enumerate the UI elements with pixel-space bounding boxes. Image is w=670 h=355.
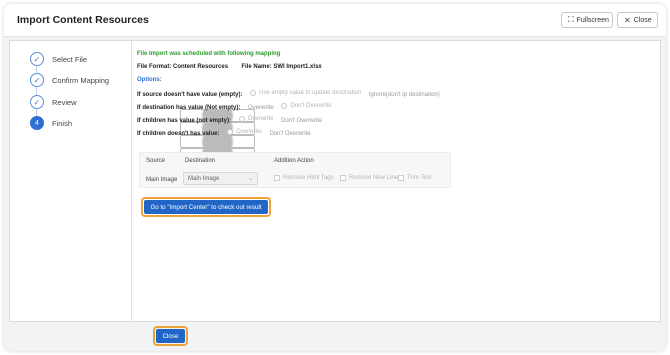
file-name-label: File Name: (241, 64, 272, 70)
checkbox-icon (274, 175, 280, 181)
file-info: File Format: Content Resources File Name… (137, 64, 322, 70)
check-icon: ✓ (30, 52, 44, 66)
option-radio[interactable]: Overwrite (238, 116, 274, 122)
step-finish: 4 Finish (30, 116, 72, 130)
destination-select[interactable]: Main Image ⌄ (183, 172, 258, 185)
option-row: If children has value (not empty): Overw… (137, 116, 323, 148)
options-label: Options: (137, 77, 162, 83)
option-radio[interactable]: Use empty value to update destination (250, 90, 361, 96)
check-icon: ✓ (30, 95, 44, 109)
checkbox-icon (398, 175, 404, 181)
close-label: Close (633, 16, 652, 24)
close-dialog-button[interactable]: ✕ Close (617, 12, 658, 28)
file-format-label: File Format: (137, 64, 172, 70)
option-radio[interactable]: Don't Overwrite (281, 103, 332, 109)
trim-text-checkbox[interactable]: Trim Text (398, 175, 431, 181)
close-icon: ✕ (624, 15, 631, 25)
dialog-footer: Close (4, 324, 666, 351)
destination-select-value: Main Image (188, 176, 220, 182)
radio-label: Use empty value to update destination (259, 90, 362, 96)
radio-icon (250, 90, 257, 96)
radio-label: Don't Overwrite (269, 131, 311, 137)
radio-label: Overwrite (236, 129, 262, 135)
check-icon: ✓ (30, 73, 44, 87)
footer-close-button[interactable]: Close (156, 329, 185, 343)
checkbox-label: Trim Text (407, 175, 432, 181)
option-label: If source doesn't have value (empty): (137, 92, 243, 98)
dialog-body: ✓ Select File ✓ Confirm Mapping ✓ Review… (9, 40, 661, 322)
dialog-header: Import Content Resources ⛶ Fullscreen ✕ … (4, 4, 666, 37)
go-button-highlight: Go to "Import Center" to check out resul… (141, 197, 271, 217)
dialog-title: Import Content Resources (17, 14, 149, 26)
option-row: If source doesn't have value (empty): Us… (137, 90, 440, 122)
fullscreen-label: Fullscreen (576, 16, 609, 24)
step-label: Confirm Mapping (52, 75, 110, 85)
option-row: If children doesn't has value: Overwrite… (137, 129, 311, 161)
chevron-down-icon: ⌄ (247, 176, 253, 182)
step-label: Select File (52, 54, 88, 64)
step-select-file: ✓ Select File (30, 52, 87, 66)
option-label: If children doesn't has value: (137, 131, 220, 137)
stepper: ✓ Select File ✓ Confirm Mapping ✓ Review… (10, 41, 132, 321)
radio-icon (238, 116, 245, 122)
checkbox-label: Remove Html Tags (283, 175, 334, 181)
file-name-value: SWI Import1.xlsx (273, 64, 322, 70)
column-header-destination: Destination (185, 158, 216, 164)
fullscreen-button[interactable]: ⛶ Fullscreen (561, 12, 613, 28)
option-radio[interactable]: Overwrite (180, 105, 274, 135)
radio-label: Don't Overwrite (281, 118, 323, 124)
radio-label: Ignore(don't ip destination) (368, 92, 440, 98)
remove-new-line-checkbox[interactable]: Remove New Line (340, 175, 398, 181)
option-label: If children has value (not empty): (137, 118, 232, 124)
file-format-value: Content Resources (173, 64, 229, 70)
checkbox-icon (340, 175, 346, 181)
remove-html-tags-checkbox[interactable]: Remove Html Tags (274, 175, 334, 181)
checkbox-label: Remove New Line (349, 175, 399, 181)
radio-label: Don't Overwrite (290, 103, 332, 109)
option-radio[interactable]: Ignore(don't ip destination) (180, 92, 440, 122)
option-radio[interactable]: Overwrite (227, 129, 262, 135)
option-radio[interactable]: Don't Overwrite (180, 118, 323, 148)
source-cell: Main Image (146, 177, 178, 183)
step-confirm-mapping: ✓ Confirm Mapping (30, 73, 109, 87)
option-radio[interactable]: Don't Overwrite (180, 131, 311, 161)
step-label: Review (52, 97, 77, 107)
close-button-highlight: Close (153, 326, 188, 346)
success-message: File Import was scheduled with following… (137, 51, 281, 57)
step-label: Finish (52, 118, 73, 128)
step-number: 4 (30, 116, 44, 130)
radio-label: Overwrite (247, 116, 274, 122)
radio-label: Overwrite (248, 105, 274, 111)
go-to-import-center-button[interactable]: Go to "Import Center" to check out resul… (144, 200, 268, 214)
radio-icon (227, 129, 234, 135)
radio-icon (281, 103, 288, 109)
step-review: ✓ Review (30, 95, 77, 109)
column-header-source: Source (146, 158, 166, 164)
option-label: If destination has value (Not empty): (137, 105, 241, 111)
mapping-table: Source Destination Addition Action Main … (139, 152, 451, 188)
column-header-addition-action: Addition Action (274, 158, 314, 164)
option-row: If destination has value (Not empty): Ov… (137, 103, 332, 135)
fullscreen-icon: ⛶ (568, 15, 574, 24)
import-dialog: Import Content Resources ⛶ Fullscreen ✕ … (4, 4, 666, 351)
